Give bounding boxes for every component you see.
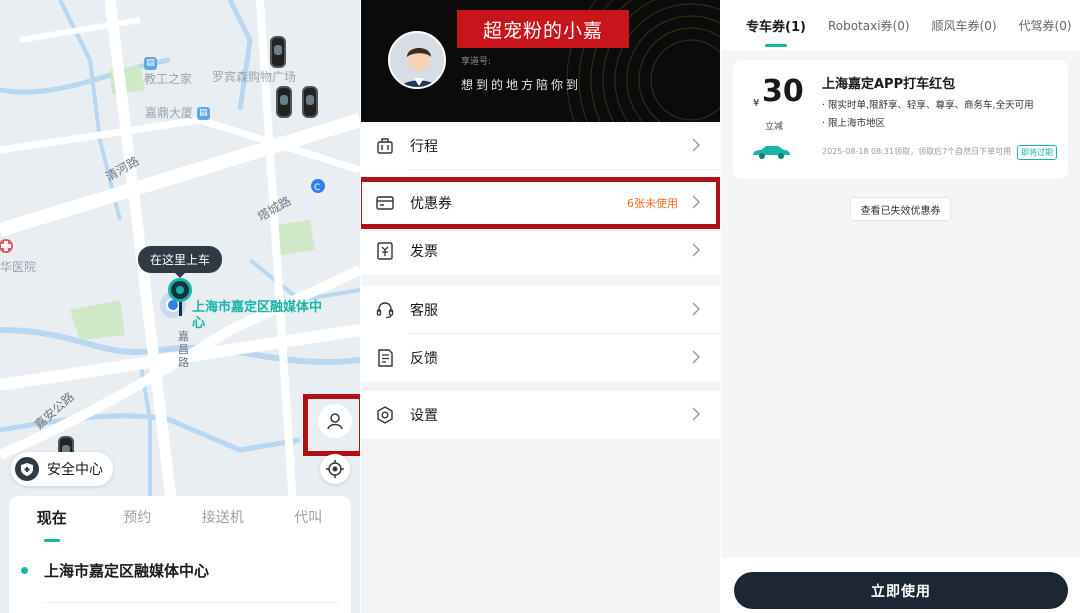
shield-icon xyxy=(15,457,39,481)
pickup-tooltip[interactable]: 在这里上车 xyxy=(138,246,223,278)
coupon-validity: 2025-08-18 08:31领取，领取后7个自然日下单可用 xyxy=(822,147,1012,156)
gear-icon xyxy=(375,405,395,425)
nickname: 超宠粉的小嘉 xyxy=(457,10,629,48)
tab-premium-car-coupon[interactable]: 专车券(1) xyxy=(746,16,806,47)
chevron-right-icon xyxy=(692,407,700,425)
pickup-pin-icon[interactable] xyxy=(168,278,192,302)
building-icon: ▤ xyxy=(144,57,157,70)
slogan: 想到的地方陪你到 xyxy=(461,78,582,92)
invoice-icon xyxy=(375,241,395,261)
origin-field[interactable]: 上海市嘉定区融媒体中心 xyxy=(21,560,209,581)
highlight-box xyxy=(361,177,720,229)
locate-button[interactable] xyxy=(320,454,350,484)
safety-center-button[interactable]: 安全中心 xyxy=(11,452,113,486)
menu-item-label: 发票 xyxy=(410,244,438,260)
profile-button[interactable] xyxy=(318,404,352,438)
chevron-right-icon xyxy=(692,302,700,320)
coupon-card[interactable]: ¥ 30 立减 上海嘉定APP打车红包 · 限实时单,限舒享、轻享、尊享、商务车… xyxy=(733,60,1068,178)
coupon-condition: · 限上海市地区 xyxy=(822,118,886,129)
expiring-badge: 即将过期 xyxy=(1017,145,1057,160)
tab-now[interactable]: 现在 xyxy=(9,507,95,542)
use-now-button[interactable]: 立即使用 xyxy=(734,572,1068,609)
menu-item-label: 行程 xyxy=(410,139,438,155)
poi-label: 华医院 xyxy=(0,260,37,274)
feedback-icon xyxy=(375,348,395,368)
headset-icon xyxy=(375,300,395,320)
user-icon xyxy=(327,413,343,430)
car-icon xyxy=(751,144,791,164)
origin-dot-icon xyxy=(21,567,28,574)
car-icon xyxy=(276,86,292,118)
menu-item-feedback[interactable]: 反馈 xyxy=(361,334,720,382)
road-label: 嘉昌路 xyxy=(178,330,189,369)
building-icon: ▤ xyxy=(196,107,210,120)
car-icon xyxy=(302,86,318,118)
poi-label: ▤ 教工之家 xyxy=(144,57,193,86)
tab-airport[interactable]: 接送机 xyxy=(180,507,266,527)
poi-label: 罗宾森购物广场 xyxy=(212,70,297,84)
ride-mode-tabs: 现在 预约 接送机 代叫 xyxy=(9,496,352,542)
menu-item-service[interactable]: 客服 xyxy=(361,286,720,334)
coupon-condition: · 限实时单,限舒享、轻享、尊享、商务车,全天可用 xyxy=(822,100,1034,111)
locate-icon xyxy=(326,460,344,478)
menu-item-label: 反馈 xyxy=(410,351,438,367)
menu-item-label: 设置 xyxy=(410,408,438,424)
menu-item-trip[interactable]: 行程 xyxy=(361,122,720,170)
map-panel: C ▤ 教工之家 罗宾森购物广场 嘉鼎大厦 ▤ 华医院 清河路 塔城路 嘉昌路 … xyxy=(0,0,360,613)
car-icon xyxy=(270,36,286,68)
menu-group-settings: 设置 xyxy=(361,391,720,439)
coupon-amount: 30 xyxy=(762,74,804,109)
pickup-place-label: 上海市嘉定区融媒体中心 xyxy=(192,300,323,331)
coupon-title: 上海嘉定APP打车红包 xyxy=(822,77,956,92)
menu-item-label: 客服 xyxy=(410,303,438,319)
profile-header: 超宠粉的小嘉 享道号: 想到的地方陪你到 xyxy=(361,0,720,122)
tab-carpool-coupon[interactable]: 顺风车券(0) xyxy=(932,17,997,34)
poi-label: 嘉鼎大厦 ▤ xyxy=(145,104,213,121)
coupon-type: 立减 xyxy=(765,122,784,132)
coupon-value-section: ¥ 30 立减 xyxy=(733,60,811,178)
menu-group-support: 客服 反馈 xyxy=(361,286,720,382)
tab-robotaxi-coupon[interactable]: Robotaxi券(0) xyxy=(828,17,910,34)
svg-text:C: C xyxy=(314,183,320,193)
luggage-icon xyxy=(375,136,395,156)
tab-reserve[interactable]: 预约 xyxy=(95,507,181,527)
profile-menu-panel: 超宠粉的小嘉 享道号: 想到的地方陪你到 行程 优惠券 6张未使用 发票 客服 … xyxy=(361,0,720,613)
member-id-label: 享道号: xyxy=(461,57,492,67)
safety-center-label: 安全中心 xyxy=(47,462,103,478)
chevron-right-icon xyxy=(692,243,700,261)
avatar[interactable] xyxy=(388,31,446,89)
coupons-panel: 专车券(1) Robotaxi券(0) 顺风车券(0) 代驾券(0) ¥ 30 … xyxy=(721,0,1080,613)
coupon-type-tabs: 专车券(1) Robotaxi券(0) 顺风车券(0) 代驾券(0) xyxy=(721,0,1080,50)
menu-item-settings[interactable]: 设置 xyxy=(361,391,720,439)
divider xyxy=(43,602,339,603)
chevron-right-icon xyxy=(692,138,700,156)
menu-item-invoice[interactable]: 发票 xyxy=(361,227,720,275)
origin-text: 上海市嘉定区融媒体中心 xyxy=(44,562,210,580)
view-expired-coupons-button[interactable]: 查看已失效优惠券 xyxy=(850,197,951,221)
tab-call-for-others[interactable]: 代叫 xyxy=(266,507,352,527)
ride-card: 现在 预约 接送机 代叫 上海市嘉定区融媒体中心 xyxy=(9,496,351,613)
tab-designated-driver-coupon[interactable]: 代驾券(0) xyxy=(1019,17,1072,34)
currency-symbol: ¥ xyxy=(753,98,760,109)
pickup-pin-stem xyxy=(179,300,182,316)
chevron-right-icon xyxy=(692,350,700,368)
